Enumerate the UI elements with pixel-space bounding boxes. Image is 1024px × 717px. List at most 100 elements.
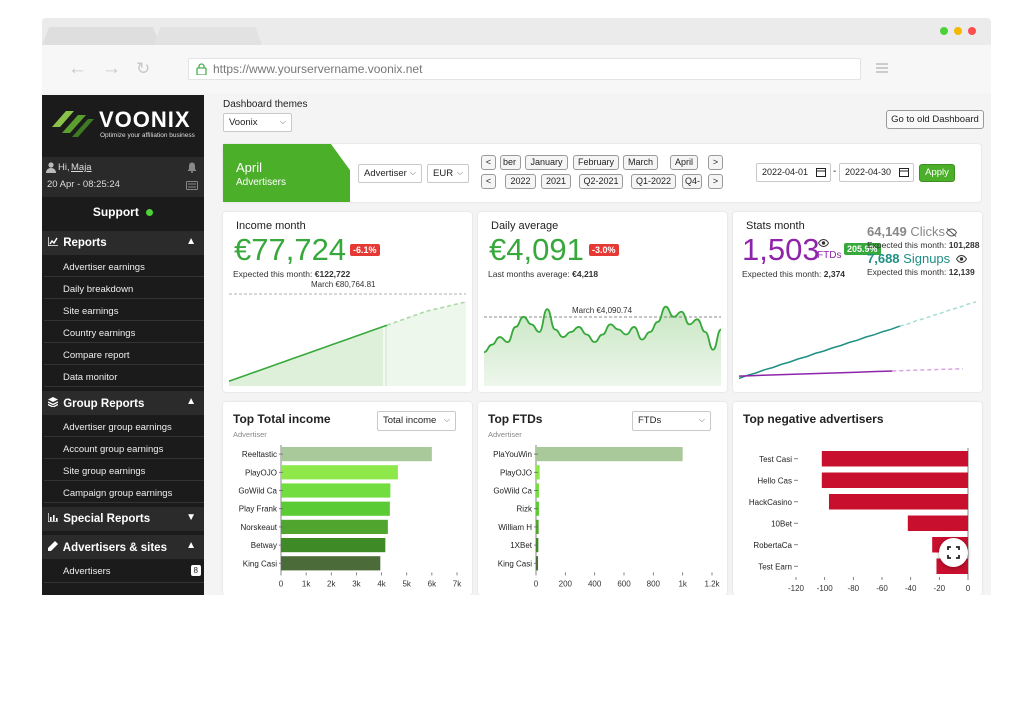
metric-select[interactable]: FTDs ⌵ [632, 411, 711, 431]
tick-label: 600 [617, 579, 631, 588]
currency-select[interactable]: EUR ⌵ [427, 164, 469, 183]
chevron-down-icon: ▼ [186, 512, 196, 523]
prev-month-button[interactable]: < [481, 155, 496, 170]
user-name-link[interactable]: Maja [71, 162, 92, 173]
sidebar-item-campaign-group-earnings[interactable]: Campaign group earnings [44, 483, 204, 503]
sidebar-item-daily-breakdown[interactable]: Daily breakdown [44, 279, 204, 299]
support-link[interactable]: Support [42, 205, 204, 219]
category-label: King Casi [498, 559, 532, 568]
tick-label: 7k [453, 579, 462, 588]
next-period-button[interactable]: > [708, 174, 723, 189]
category-label: Betway [251, 541, 277, 550]
bar [907, 515, 968, 531]
top-ftds-chart: 0 200 400 600 800 1k 1.2k PlaYouWin PlayOJO GoWil… [493, 445, 721, 588]
next-month-button[interactable]: > [708, 155, 723, 170]
chevron-up-icon: ▲ [186, 540, 196, 551]
clicks-value: 64,149 [867, 224, 907, 239]
window-minimize-dot[interactable] [940, 27, 948, 35]
ftd-forecast-line [892, 367, 964, 372]
window-maximize-dot[interactable] [954, 27, 962, 35]
sidebar-item-account-group-earnings[interactable]: Account group earnings [44, 439, 204, 459]
section-special-reports[interactable]: Special Reports ▼ [42, 507, 204, 531]
bar [281, 519, 388, 534]
month-button-active[interactable]: April [670, 155, 698, 170]
sidebar-item-advertiser-group-earnings[interactable]: Advertiser group earnings [44, 417, 204, 437]
tick-label: 800 [647, 579, 661, 588]
logo-mark-icon [52, 111, 94, 137]
section-advertisers-sites[interactable]: Advertisers & sites ▲ [42, 535, 204, 559]
clicks-label: Clicks [910, 224, 946, 239]
tick-label: 400 [588, 579, 602, 588]
daily-chart: March €4,090.74 [483, 305, 722, 386]
window-close-dot[interactable] [968, 27, 976, 35]
month-label: April [674, 157, 693, 167]
browser-toolbar: ← → ↻ https://www.yourservername.voonix.… [42, 45, 991, 93]
chevron-down-icon: ⌵ [279, 117, 286, 126]
month-label: March [627, 157, 653, 167]
prev-period-button[interactable]: < [481, 174, 496, 189]
bell-icon[interactable] [187, 162, 197, 173]
tick-label: 1k [302, 579, 311, 588]
month-button[interactable]: ber [500, 155, 521, 170]
date-to-input[interactable]: 2022-04-30 [839, 163, 914, 182]
themes-label: Dashboard themes [223, 99, 308, 110]
income-chart: March €80,764.81 [228, 280, 467, 386]
old-dashboard-button[interactable]: Go to old Dashboard [886, 110, 984, 129]
eye-slash-icon[interactable] [946, 228, 957, 237]
period-subtitle: Advertisers [236, 177, 287, 188]
section-reports[interactable]: Reports ▲ [42, 231, 204, 255]
eye-icon[interactable] [956, 255, 967, 263]
group-by-select[interactable]: Advertiser ⌵ [358, 164, 422, 183]
url-bar[interactable]: https://www.yourservername.voonix.net [188, 58, 861, 80]
period-label: 2022 [510, 176, 531, 186]
metric-select[interactable]: Total income ⌵ [377, 411, 456, 431]
month-button[interactable]: March [623, 155, 658, 170]
browser-tab[interactable] [42, 27, 160, 45]
sidebar-item-label: Campaign group earnings [63, 488, 173, 499]
month-button[interactable]: January [525, 155, 568, 170]
section-group-reports[interactable]: Group Reports ▲ [42, 391, 204, 415]
sidebar-item-label: Country earnings [63, 328, 136, 339]
pencil-icon [48, 541, 58, 551]
keyboard-icon[interactable] [186, 181, 198, 190]
tick-label: -40 [905, 584, 917, 593]
sidebar-item-label: Daily breakdown [63, 284, 134, 295]
chevron-down-icon: ⌵ [698, 415, 705, 424]
tick-label: 5k [402, 579, 411, 588]
period-button[interactable]: Q4- [682, 174, 702, 189]
voonix-logo[interactable]: VOONIX Optimize your affiliation busines… [52, 105, 197, 145]
sidebar-item-advertiser-earnings[interactable]: Advertiser earnings [44, 257, 204, 277]
category-label: GoWild Ca [238, 487, 277, 496]
period-button[interactable]: 2022 [505, 174, 536, 189]
back-arrow-icon[interactable]: ← [68, 59, 87, 79]
sidebar-item-site-group-earnings[interactable]: Site group earnings [44, 461, 204, 481]
chevron-down-icon: ⌵ [409, 168, 416, 177]
browser-tab[interactable] [154, 27, 262, 45]
period-button[interactable]: 2021 [541, 174, 571, 189]
forward-arrow-icon[interactable]: → [102, 59, 121, 79]
date-from-input[interactable]: 2022-04-01 [756, 163, 831, 182]
eye-icon[interactable] [818, 239, 829, 247]
sidebar-item-country-earnings[interactable]: Country earnings [44, 323, 204, 343]
metric-select-value: Total income [383, 415, 437, 426]
reload-icon[interactable]: ↻ [136, 59, 150, 79]
period-button[interactable]: Q2-2021 [579, 174, 623, 189]
tick-label: 1k [678, 579, 687, 588]
calendar-icon[interactable] [899, 167, 909, 177]
browser-menu-icon[interactable] [876, 63, 888, 73]
period-label: Q1-2022 [635, 176, 672, 186]
tick-label: 4k [377, 579, 386, 588]
sidebar-item-compare-report[interactable]: Compare report [44, 345, 204, 365]
calendar-icon[interactable] [816, 167, 826, 177]
sidebar-item-advertisers[interactable]: Advertisers 8 [44, 561, 204, 583]
fullscreen-button[interactable] [939, 538, 968, 567]
sidebar-item-label: Compare report [63, 350, 130, 361]
period-button[interactable]: Q1-2022 [631, 174, 676, 189]
sidebar-item-data-monitor[interactable]: Data monitor [44, 367, 204, 387]
apply-button[interactable]: Apply [919, 164, 955, 182]
sidebar-item-site-earnings[interactable]: Site earnings [44, 301, 204, 321]
month-button[interactable]: February [573, 155, 619, 170]
theme-select[interactable]: Voonix ⌵ [223, 113, 292, 132]
daily-ref-label: March €4,090.74 [572, 306, 633, 315]
signups-value: 7,688 [867, 251, 900, 266]
